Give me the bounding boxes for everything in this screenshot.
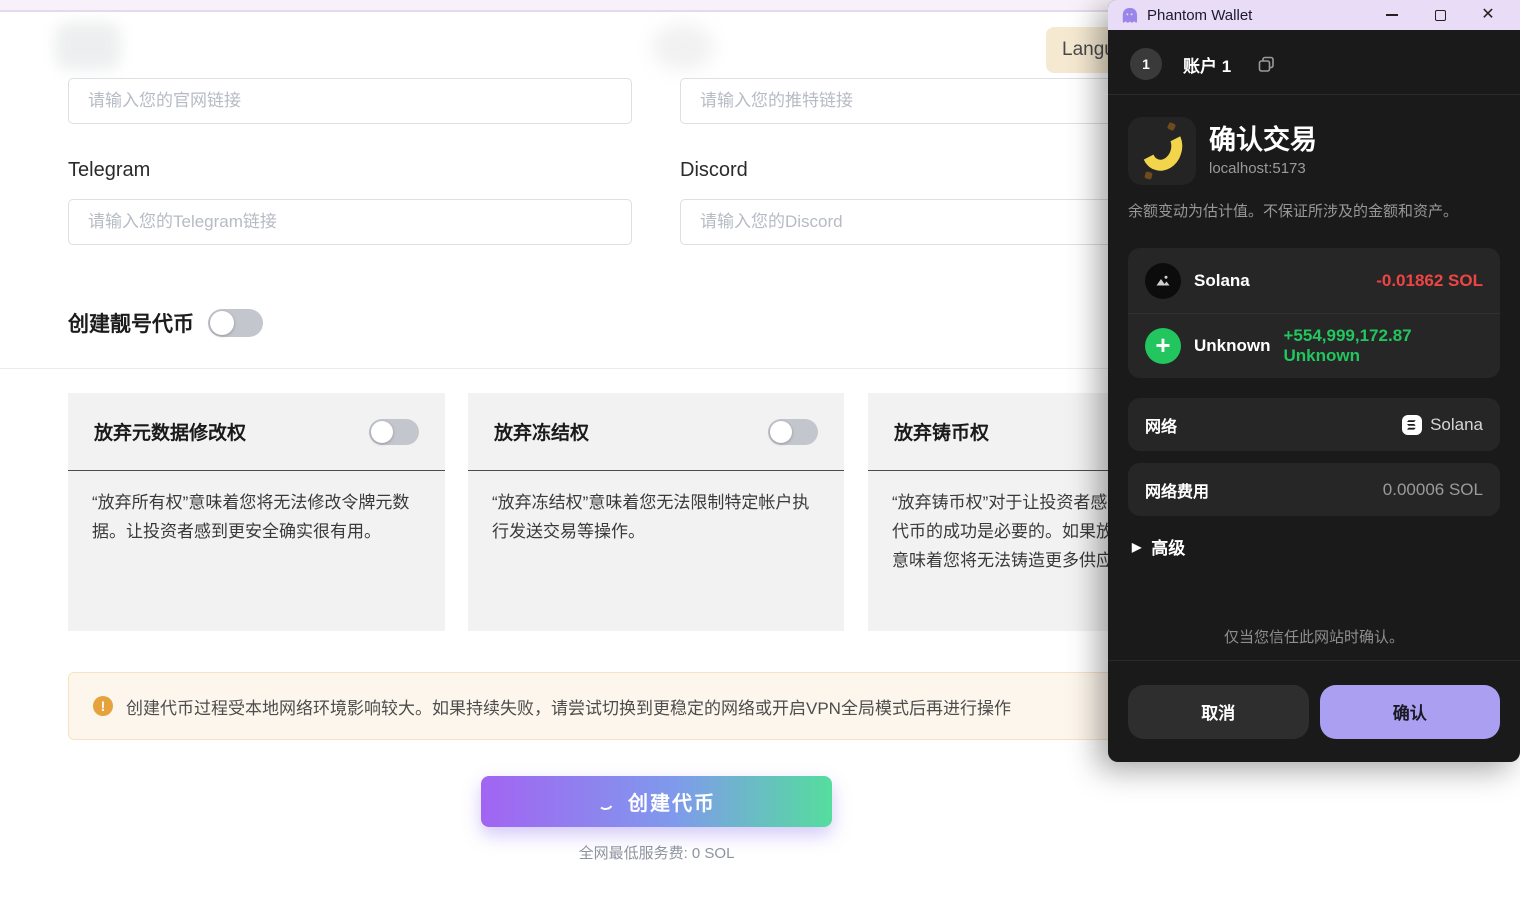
balance-changes-panel: Solana -0.01862 SOL + Unknown +554,999,1…	[1128, 248, 1500, 378]
maximize-icon	[1435, 10, 1446, 21]
balance-row-unknown: + Unknown +554,999,172.87 Unknown	[1128, 313, 1500, 378]
telegram-label: Telegram	[68, 159, 150, 182]
create-token-label: 创建代币	[628, 787, 716, 816]
toggle-knob	[210, 311, 234, 335]
loading-spinner-icon	[596, 792, 615, 811]
revoke-freeze-card: 放弃冻结权 “放弃冻结权”意味着您无法限制特定帐户执行发送交易等操作。	[468, 393, 844, 631]
trust-note: 仅当您信任此网站时确认。	[1108, 626, 1520, 647]
account-name: 账户 1	[1183, 52, 1231, 77]
transaction-origin: localhost:5173	[1209, 160, 1317, 177]
transaction-title: 确认交易	[1209, 125, 1317, 156]
website-input[interactable]	[68, 78, 632, 124]
close-icon: ✕	[1481, 7, 1494, 23]
dapp-banana-icon	[1128, 117, 1196, 185]
faded-close-blob	[652, 24, 714, 70]
advanced-toggle[interactable]: ▶ 高级	[1132, 534, 1185, 559]
transaction-header: 确认交易 localhost:5173	[1108, 95, 1520, 185]
asset-amount-positive: +554,999,172.87 Unknown	[1284, 326, 1484, 366]
revoke-mint-title: 放弃铸币权	[894, 418, 989, 445]
vanity-token-label: 创建靓号代币	[68, 308, 194, 338]
phantom-wallet-window: Phantom Wallet ✕ 1 账户 1 确认交易 localhost:5…	[1108, 0, 1520, 762]
chevron-right-icon: ▶	[1132, 540, 1141, 554]
section-divider	[0, 368, 1245, 369]
revoke-metadata-toggle[interactable]	[369, 419, 419, 445]
network-fee-value: 0.00006 SOL	[1383, 480, 1483, 500]
network-panel: 网络 Solana	[1128, 398, 1500, 451]
warning-text: 创建代币过程受本地网络环境影响较大。如果持续失败，请尝试切换到更稳定的网络或开启…	[126, 694, 1011, 719]
close-button[interactable]: ✕	[1468, 0, 1508, 30]
minimize-icon	[1386, 14, 1398, 16]
cancel-button[interactable]: 取消	[1128, 685, 1309, 739]
token-image-placeholder-icon	[1145, 263, 1181, 299]
balance-disclaimer: 余额变动为估计值。不保证所涉及的金额和资产。	[1108, 185, 1520, 221]
account-row[interactable]: 1 账户 1	[1108, 30, 1520, 95]
service-fee-note: 全网最低服务费: 0 SOL	[481, 842, 832, 863]
maximize-button[interactable]	[1420, 0, 1460, 30]
minimize-button[interactable]	[1372, 0, 1412, 30]
asset-name: Unknown	[1194, 336, 1271, 356]
network-label: 网络	[1145, 413, 1402, 437]
create-token-button[interactable]: 创建代币	[481, 776, 832, 827]
asset-amount-negative: -0.01862 SOL	[1376, 271, 1483, 291]
wallet-footer: 取消 确认	[1108, 660, 1520, 762]
plus-token-icon: +	[1145, 328, 1181, 364]
revoke-freeze-description: “放弃冻结权”意味着您无法限制特定帐户执行发送交易等操作。	[468, 471, 844, 546]
wallet-titlebar: Phantom Wallet ✕	[1108, 0, 1520, 30]
toggle-knob	[371, 421, 393, 443]
telegram-input[interactable]	[68, 199, 632, 245]
vanity-token-row: 创建靓号代币	[68, 308, 263, 338]
discord-label: Discord	[680, 159, 748, 182]
toggle-knob	[770, 421, 792, 443]
revoke-metadata-card: 放弃元数据修改权 “放弃所有权”意味着您将无法修改令牌元数据。让投资者感到更安全…	[68, 393, 445, 631]
advanced-label: 高级	[1151, 534, 1185, 559]
confirm-button[interactable]: 确认	[1320, 685, 1501, 739]
account-avatar: 1	[1130, 48, 1162, 80]
network-fee-panel: 网络费用 0.00006 SOL	[1128, 463, 1500, 516]
vanity-token-toggle[interactable]	[208, 309, 263, 337]
revoke-freeze-title: 放弃冻结权	[494, 418, 589, 445]
revoke-metadata-title: 放弃元数据修改权	[94, 418, 246, 445]
revoke-freeze-toggle[interactable]	[768, 419, 818, 445]
faded-toast-blob	[55, 22, 121, 70]
network-value: Solana	[1402, 415, 1483, 435]
revoke-metadata-description: “放弃所有权”意味着您将无法修改令牌元数据。让投资者感到更安全确实很有用。	[68, 471, 445, 546]
solana-logo-icon	[1402, 415, 1422, 435]
network-fee-label: 网络费用	[1145, 478, 1383, 502]
network-warning-banner: ! 创建代币过程受本地网络环境影响较大。如果持续失败，请尝试切换到更稳定的网络或…	[68, 672, 1245, 740]
copy-address-icon[interactable]	[1258, 56, 1275, 73]
phantom-ghost-icon	[1120, 6, 1139, 25]
asset-name: Solana	[1194, 271, 1363, 291]
balance-row-solana: Solana -0.01862 SOL	[1128, 248, 1500, 313]
wallet-window-title: Phantom Wallet	[1147, 7, 1364, 24]
warning-icon: !	[93, 696, 113, 716]
